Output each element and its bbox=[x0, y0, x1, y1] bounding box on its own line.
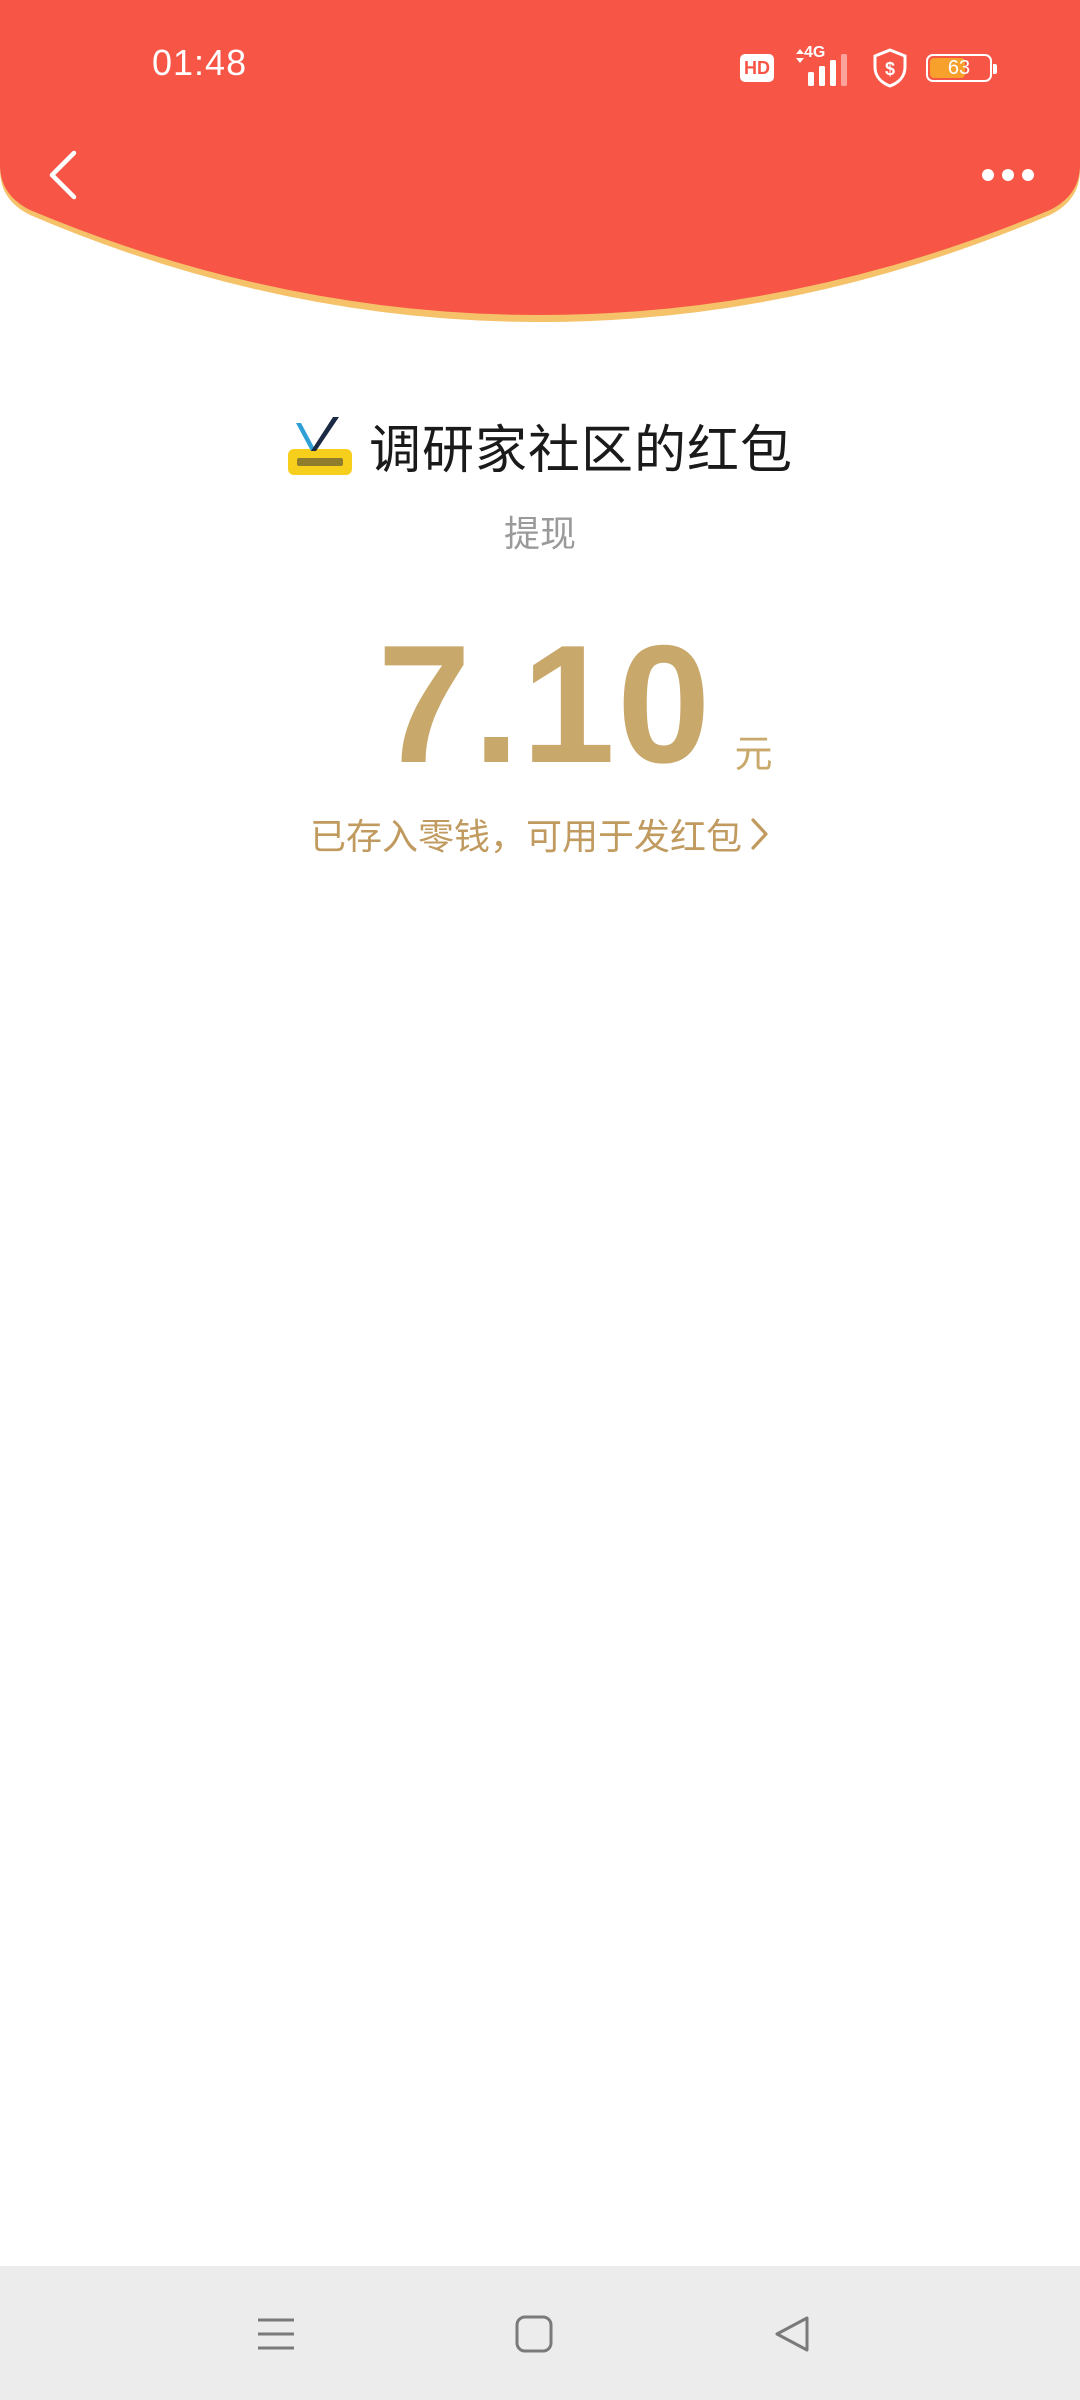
more-dots-icon bbox=[982, 169, 1034, 181]
cellular-signal-icon: 4G bbox=[792, 44, 854, 88]
red-packet-detail-page: 01:48 HD 4G $ 63 调研家社区的红包 提现 7.10 元 已存入零… bbox=[0, 0, 1080, 2400]
subtitle: 提现 bbox=[503, 514, 576, 555]
recent-apps-button[interactable] bbox=[240, 2298, 312, 2370]
app-logo-icon bbox=[287, 416, 352, 475]
back-button[interactable] bbox=[22, 135, 102, 215]
sender-row: 调研家社区的红包 bbox=[0, 408, 1080, 483]
chevron-right-icon bbox=[751, 818, 768, 850]
amount-unit: 元 bbox=[734, 732, 773, 776]
amount-value: 7.10 bbox=[377, 610, 713, 798]
battery-nub bbox=[993, 64, 997, 74]
more-options-button[interactable] bbox=[958, 135, 1058, 215]
svg-text:$: $ bbox=[885, 59, 895, 79]
battery-percent: 63 bbox=[947, 56, 971, 79]
status-time: 01:48 bbox=[152, 42, 248, 83]
change-balance-text: 已存入零钱，可用于发红包 bbox=[309, 817, 742, 858]
rounded-square-icon bbox=[515, 2315, 553, 2353]
change-balance-link[interactable]: 已存入零钱，可用于发红包 bbox=[0, 808, 1080, 860]
status-icons: HD 4G $ 63 bbox=[740, 44, 997, 90]
amount-row: 7.10 元 bbox=[0, 620, 1080, 788]
hd-badge: HD bbox=[740, 54, 774, 82]
system-back-button[interactable] bbox=[756, 2298, 828, 2370]
triangle-back-icon bbox=[775, 2316, 809, 2352]
chevron-left-icon bbox=[49, 150, 77, 200]
security-shield-icon: $ bbox=[873, 48, 907, 88]
menu-lines-icon bbox=[258, 2318, 294, 2350]
status-bar: 01:48 HD 4G $ 63 bbox=[0, 0, 1080, 135]
system-navigation-bar bbox=[0, 2266, 1080, 2400]
sender-title: 调研家社区的红包 bbox=[368, 421, 793, 481]
home-button[interactable] bbox=[498, 2298, 570, 2370]
battery-icon: 63 bbox=[926, 54, 997, 82]
